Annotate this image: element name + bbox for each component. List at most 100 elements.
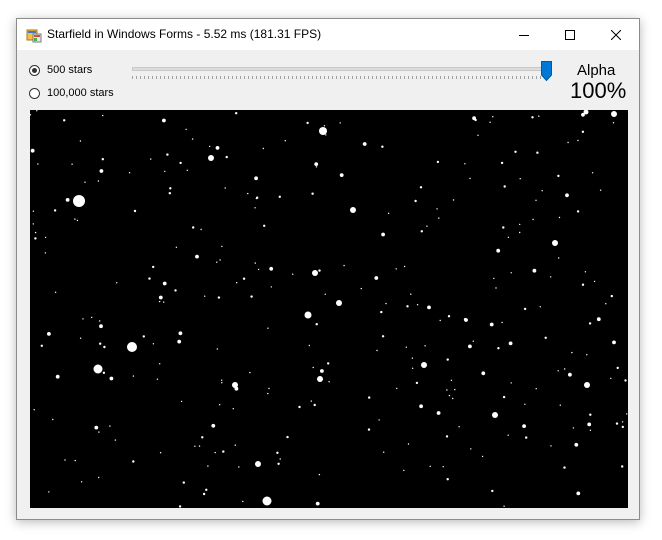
star: [381, 335, 385, 338]
star: [442, 466, 444, 468]
star: [185, 128, 187, 131]
star: [63, 119, 66, 122]
star: [567, 141, 569, 144]
star: [323, 125, 326, 127]
star: [416, 304, 419, 306]
star: [152, 265, 155, 269]
star: [314, 162, 319, 166]
star: [162, 281, 167, 286]
star: [446, 389, 448, 391]
star: [415, 381, 419, 385]
radio-500-stars[interactable]: 500 stars: [29, 64, 92, 76]
star: [599, 189, 602, 191]
star: [98, 476, 100, 479]
star: [166, 153, 169, 156]
star: [133, 209, 137, 213]
star: [403, 469, 405, 472]
star: [426, 225, 428, 227]
star: [65, 198, 70, 202]
star: [324, 293, 326, 295]
radio-100000-stars[interactable]: 100,000 stars: [29, 87, 114, 99]
star: [374, 276, 379, 280]
star: [159, 452, 162, 454]
star: [76, 219, 79, 222]
minimize-button[interactable]: [501, 19, 547, 50]
star: [216, 348, 218, 350]
star: [395, 268, 397, 270]
alpha-slider[interactable]: [132, 61, 552, 83]
star: [315, 166, 318, 168]
star: [263, 224, 266, 227]
alpha-slider-track[interactable]: [132, 67, 548, 71]
star: [454, 388, 456, 391]
star: [286, 435, 289, 439]
maximize-button[interactable]: [547, 19, 593, 50]
star: [328, 381, 330, 383]
star: [571, 351, 573, 354]
star: [82, 318, 84, 320]
star: [339, 173, 344, 177]
star: [576, 210, 580, 213]
star: [362, 142, 367, 146]
star: [621, 425, 624, 429]
star: [581, 112, 585, 117]
radio-button-checked[interactable]: [29, 64, 40, 76]
star: [581, 130, 585, 133]
star: [452, 199, 455, 201]
title-bar[interactable]: Starfield in Windows Forms - 5.52 ms (18…: [17, 19, 639, 50]
star: [501, 321, 503, 324]
star: [532, 268, 537, 273]
alpha-slider-thumb[interactable]: [541, 61, 552, 81]
star: [531, 116, 534, 119]
star: [74, 459, 76, 462]
star: [624, 379, 627, 382]
star: [102, 114, 104, 117]
star: [587, 422, 592, 427]
star: [396, 387, 398, 390]
star: [464, 318, 468, 322]
star: [308, 344, 310, 347]
star: [612, 122, 615, 124]
star: [557, 370, 559, 372]
star: [279, 458, 281, 460]
star: [276, 451, 279, 454]
star: [557, 174, 560, 178]
star: [292, 273, 294, 275]
star: [44, 236, 47, 239]
star: [71, 163, 73, 165]
star: [142, 335, 145, 338]
star: [532, 218, 534, 221]
radio-500-stars-label: 500 stars: [47, 64, 93, 76]
star: [270, 286, 272, 288]
star: [98, 431, 100, 433]
star: [202, 492, 206, 496]
star: [315, 323, 318, 326]
star: [574, 442, 579, 447]
star: [320, 369, 324, 373]
star: [269, 266, 274, 271]
star: [34, 237, 37, 240]
star: [80, 481, 83, 483]
star: [159, 363, 161, 365]
star: [254, 207, 256, 209]
star: [254, 176, 258, 181]
star: [177, 339, 182, 344]
star: [64, 459, 66, 461]
close-button[interactable]: [593, 19, 639, 50]
star: [32, 223, 34, 225]
star: [563, 466, 566, 469]
star: [319, 127, 327, 135]
star: [99, 320, 101, 322]
star: [438, 217, 440, 219]
star: [503, 505, 505, 507]
app-window: Starfield in Windows Forms - 5.52 ms (18…: [16, 18, 640, 520]
starfield-canvas: [30, 110, 628, 508]
star: [54, 291, 57, 293]
star: [500, 161, 504, 165]
radio-button-unchecked[interactable]: [29, 87, 40, 99]
star: [421, 362, 427, 368]
star: [109, 425, 111, 427]
star: [284, 140, 286, 142]
star: [101, 158, 105, 161]
star: [277, 462, 280, 465]
